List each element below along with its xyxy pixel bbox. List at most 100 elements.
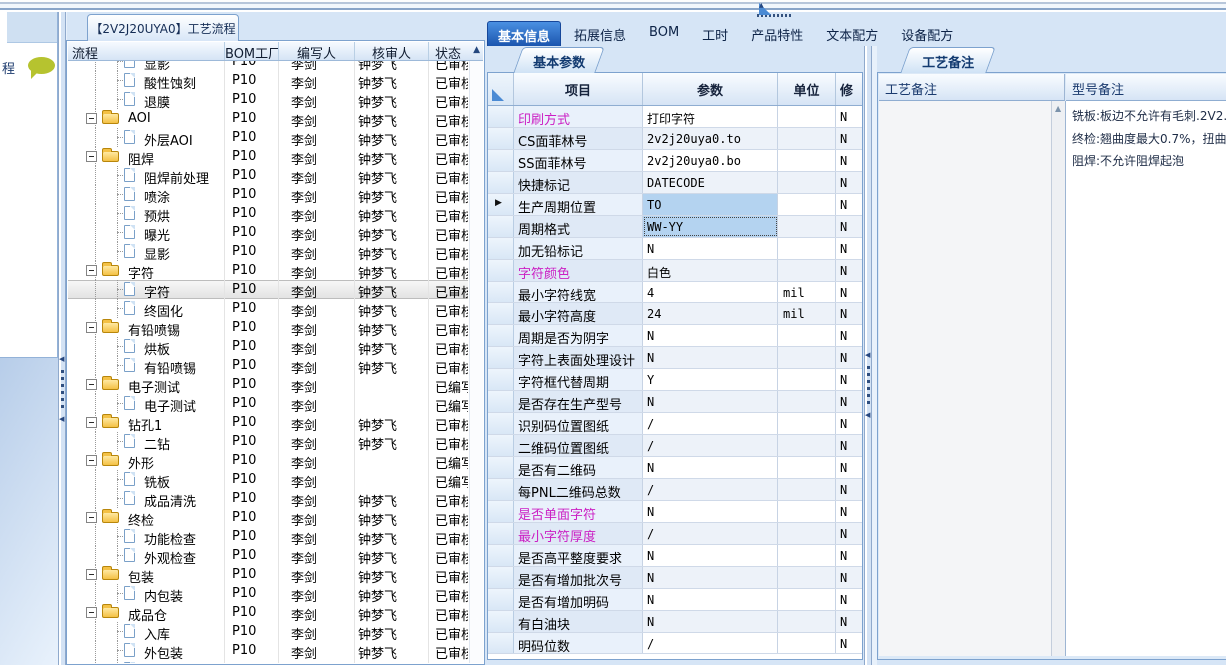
param-row[interactable]: 是否有二维码 N N <box>488 457 862 479</box>
collapse-icon[interactable] <box>86 512 97 523</box>
param-row[interactable]: 是否高平整度要求 N N <box>488 544 862 567</box>
model-notes-list[interactable]: 铣板:板边不允许有毛刺.2V2. 终检:翘曲度最大0.7%，扭曲 阻焊:不允许阻焊起… <box>1066 101 1226 656</box>
header-corner-cell[interactable] <box>488 73 514 105</box>
tree-row[interactable]: 酸性蚀刻 P10李剑钟梦飞已审核 <box>68 71 468 90</box>
param-row[interactable]: 最小字符厚度 / N <box>488 522 862 545</box>
param-value[interactable]: N <box>643 391 778 413</box>
param-row[interactable]: 有白油块 N N <box>488 610 862 633</box>
param-row[interactable]: 识别码位置图纸 / N <box>488 413 862 436</box>
param-row[interactable]: 字符上表面处理设计 N N <box>488 347 862 370</box>
tree-row[interactable]: 包装 P10李剑钟梦飞已审核 <box>68 565 468 584</box>
param-value[interactable]: N <box>643 566 778 588</box>
collapse-icon[interactable] <box>86 569 97 580</box>
tree-row[interactable]: 有铅喷锡 P10李剑钟梦飞已审核 <box>68 318 468 337</box>
param-row[interactable]: 周期格式 WW-YY N <box>488 215 862 238</box>
collapse-icon[interactable] <box>86 455 97 466</box>
param-row[interactable]: 字符颜色 白色 N <box>488 259 862 282</box>
param-row[interactable]: 印刷方式 打印字符 N <box>488 106 862 128</box>
process-notes-list[interactable] <box>879 101 1051 656</box>
column-header-value[interactable]: 参数 <box>643 73 778 105</box>
tree-row[interactable]: 曝光 P10李剑钟梦飞已审核 <box>68 223 468 242</box>
tree-row[interactable]: 外观检查 P10李剑钟梦飞已审核 <box>68 546 468 565</box>
tree-row[interactable]: 成品清洗 P10李剑钟梦飞已审核 <box>68 489 468 508</box>
param-row[interactable]: 明码位数 / N <box>488 632 862 655</box>
tree-row[interactable]: 电子测试 P10李剑 已编写 <box>68 394 468 413</box>
param-value[interactable]: N <box>643 588 778 610</box>
scroll-up-icon[interactable]: ▲ <box>1055 105 1061 113</box>
param-value[interactable]: N <box>643 457 778 478</box>
param-value[interactable]: 打印字符 <box>643 106 778 127</box>
param-row[interactable]: 是否单面字符 N N <box>488 500 862 523</box>
tree-row[interactable]: 内包装 P10李剑钟梦飞已审核 <box>68 584 468 603</box>
tree-row[interactable]: 外包装P10李剑钟梦飞已审核 <box>68 641 468 660</box>
collapse-icon[interactable] <box>86 379 97 390</box>
param-value[interactable]: TO <box>643 193 778 215</box>
tree-row[interactable]: 字符 P10李剑钟梦飞已审核 <box>68 280 468 299</box>
tab-process-notes[interactable]: 工艺备注 <box>900 47 996 73</box>
column-header-bom-factory[interactable]: BOM工厂 <box>225 42 279 60</box>
tree-row[interactable]: 出库 P10李剑钟梦飞已审核 <box>68 660 468 663</box>
column-header-modify[interactable]: 修 <box>836 73 862 105</box>
flow-window-tab[interactable]: 【2V2J20UYA0】工艺流程 <box>87 14 239 41</box>
param-row[interactable]: 是否有增加明码 N N <box>488 588 862 611</box>
param-value[interactable]: / <box>643 522 778 544</box>
param-value[interactable]: / <box>643 435 778 456</box>
tree-row[interactable]: 有铅喷锡 P10李剑钟梦飞已审核 <box>68 356 468 375</box>
collapse-icon[interactable] <box>86 417 97 428</box>
param-value[interactable]: 2v2j20uya0.to <box>643 127 778 149</box>
param-value[interactable]: N <box>643 610 778 632</box>
tree-row[interactable]: 外形 P10李剑 已编写 <box>68 451 468 470</box>
param-value[interactable]: 2v2j20uya0.bo <box>643 149 778 171</box>
param-value[interactable]: 24 <box>643 303 778 325</box>
tab-text-recipe[interactable]: 文本配方 <box>816 21 888 46</box>
param-row[interactable]: 每PNL二维码总数 / N <box>488 478 862 501</box>
param-value[interactable]: N <box>643 325 778 347</box>
param-row[interactable]: 快捷标记 DATECODE N <box>488 171 862 194</box>
tree-row[interactable]: 终检 P10李剑钟梦飞已审核 <box>68 508 468 527</box>
param-row[interactable]: 最小字符线宽 4 mil N <box>488 281 862 304</box>
tree-row[interactable]: 铣板 P10李剑 已编写 <box>68 470 468 489</box>
param-row[interactable]: 加无铅标记 N N <box>488 237 862 260</box>
collapse-icon[interactable] <box>86 265 97 276</box>
tree-row[interactable]: 阻焊前处理 P10李剑钟梦飞已审核 <box>68 166 468 185</box>
tree-row[interactable]: 钻孔1 P10李剑钟梦飞已审核 <box>68 413 468 432</box>
notes-scrollbar[interactable]: ▲ <box>1051 101 1065 656</box>
tab-extended-info[interactable]: 拓展信息 <box>564 21 636 46</box>
tree-row[interactable]: 二钻 P10李剑钟梦飞已审核 <box>68 432 468 451</box>
param-row[interactable]: 周期是否为阴字 N N <box>488 325 862 348</box>
collapse-icon[interactable] <box>86 151 97 162</box>
param-row[interactable]: 是否存在生产型号 N N <box>488 391 862 414</box>
horizontal-splitter-grip[interactable]: ▲ ▲ <box>755 3 793 19</box>
tree-row[interactable]: 预烘 P10李剑钟梦飞已审核 <box>68 204 468 223</box>
param-row[interactable]: SS面菲林号 2v2j20uya0.bo N <box>488 149 862 172</box>
tab-product-features[interactable]: 产品特性 <box>741 21 813 46</box>
scroll-up-icon[interactable]: ▲ <box>473 46 480 55</box>
collapse-icon[interactable] <box>86 607 97 618</box>
tree-row[interactable]: 外层AOI P10李剑钟梦飞已审核 <box>68 128 468 147</box>
tab-basic-params[interactable]: 基本参数 <box>513 47 605 73</box>
tree-row[interactable]: 退膜 P10李剑钟梦飞已审核 <box>68 90 468 109</box>
column-header-reviewer[interactable]: 核审人 <box>355 42 429 60</box>
collapse-icon[interactable] <box>86 113 97 124</box>
param-value[interactable]: N <box>643 544 778 566</box>
tree-scrollbar[interactable] <box>469 61 483 663</box>
tree-row[interactable]: 烘板 P10李剑钟梦飞已审核 <box>68 337 468 356</box>
tree-row[interactable]: 电子测试 P10李剑 已编写 <box>68 375 468 394</box>
param-row[interactable]: 字符框代替周期 Y N <box>488 369 862 392</box>
tree-row[interactable]: 成品仓 P10李剑钟梦飞已审核 <box>68 603 468 622</box>
tree-row[interactable]: 终固化 P10李剑钟梦飞已审核 <box>68 299 468 318</box>
column-header-unit[interactable]: 单位 <box>778 73 836 105</box>
param-value[interactable]: / <box>643 413 778 435</box>
param-value[interactable]: N <box>643 500 778 522</box>
tree-row[interactable]: 显影 P10李剑钟梦飞已审核 <box>68 242 468 261</box>
tab-equipment-recipe[interactable]: 设备配方 <box>891 21 963 46</box>
param-value[interactable]: WW-YY <box>643 215 778 237</box>
tree-row[interactable]: 阻焊 P10李剑钟梦飞已审核 <box>68 147 468 166</box>
tree-row[interactable]: 喷涂 P10李剑钟梦飞已审核 <box>68 185 468 204</box>
param-value[interactable]: 4 <box>643 281 778 303</box>
column-header-flow[interactable]: 流程 <box>68 42 225 60</box>
tree-row[interactable]: 显影 P10李剑钟梦飞已审核 <box>68 61 468 71</box>
param-value[interactable]: / <box>643 632 778 654</box>
param-value[interactable]: DATECODE <box>643 171 778 193</box>
param-row[interactable]: 二维码位置图纸 / N <box>488 435 862 457</box>
